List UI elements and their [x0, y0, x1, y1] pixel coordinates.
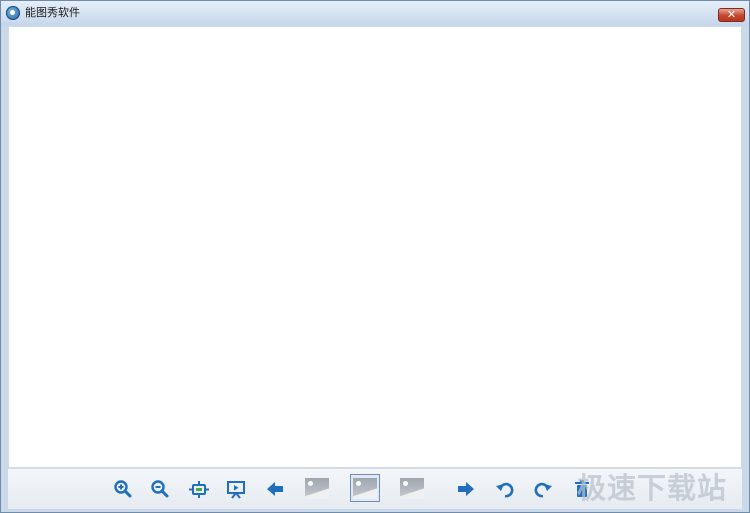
thumbnail-next[interactable]: [397, 474, 427, 502]
slideshow-button[interactable]: [224, 476, 248, 502]
slideshow-icon: [227, 481, 245, 499]
arrow-right-icon: [458, 482, 474, 496]
rotate-right-icon: [534, 482, 552, 498]
delete-button[interactable]: [570, 476, 594, 502]
arrow-left-icon: [267, 482, 283, 496]
rotate-left-button[interactable]: [493, 476, 517, 502]
title-bar: 能图秀软件 ✕: [1, 1, 749, 26]
zoom-in-button[interactable]: [111, 476, 135, 502]
thumbnail-image: [400, 477, 424, 499]
zoom-in-icon: [114, 480, 132, 498]
actual-size-icon: [189, 481, 209, 498]
zoom-out-button[interactable]: [148, 476, 172, 502]
rotate-right-button[interactable]: [531, 476, 555, 502]
thumbnail-previous[interactable]: [302, 474, 332, 502]
next-button[interactable]: [454, 476, 478, 502]
actual-size-button[interactable]: [187, 476, 211, 502]
rotate-left-icon: [496, 482, 514, 498]
thumbnail-image: [305, 477, 329, 499]
window-title: 能图秀软件: [25, 6, 80, 19]
thumbnail-image: [353, 477, 377, 499]
viewer-toolbar: [8, 468, 742, 509]
app-logo-icon: [6, 6, 20, 20]
delete-icon: [575, 480, 589, 497]
app-window: 能图秀软件 ✕ 极速下载站: [0, 0, 750, 513]
zoom-out-icon: [151, 480, 169, 498]
previous-button[interactable]: [263, 476, 287, 502]
thumbnail-current[interactable]: [350, 474, 380, 502]
close-button[interactable]: ✕: [718, 8, 745, 22]
image-viewer-canvas[interactable]: [8, 26, 742, 468]
